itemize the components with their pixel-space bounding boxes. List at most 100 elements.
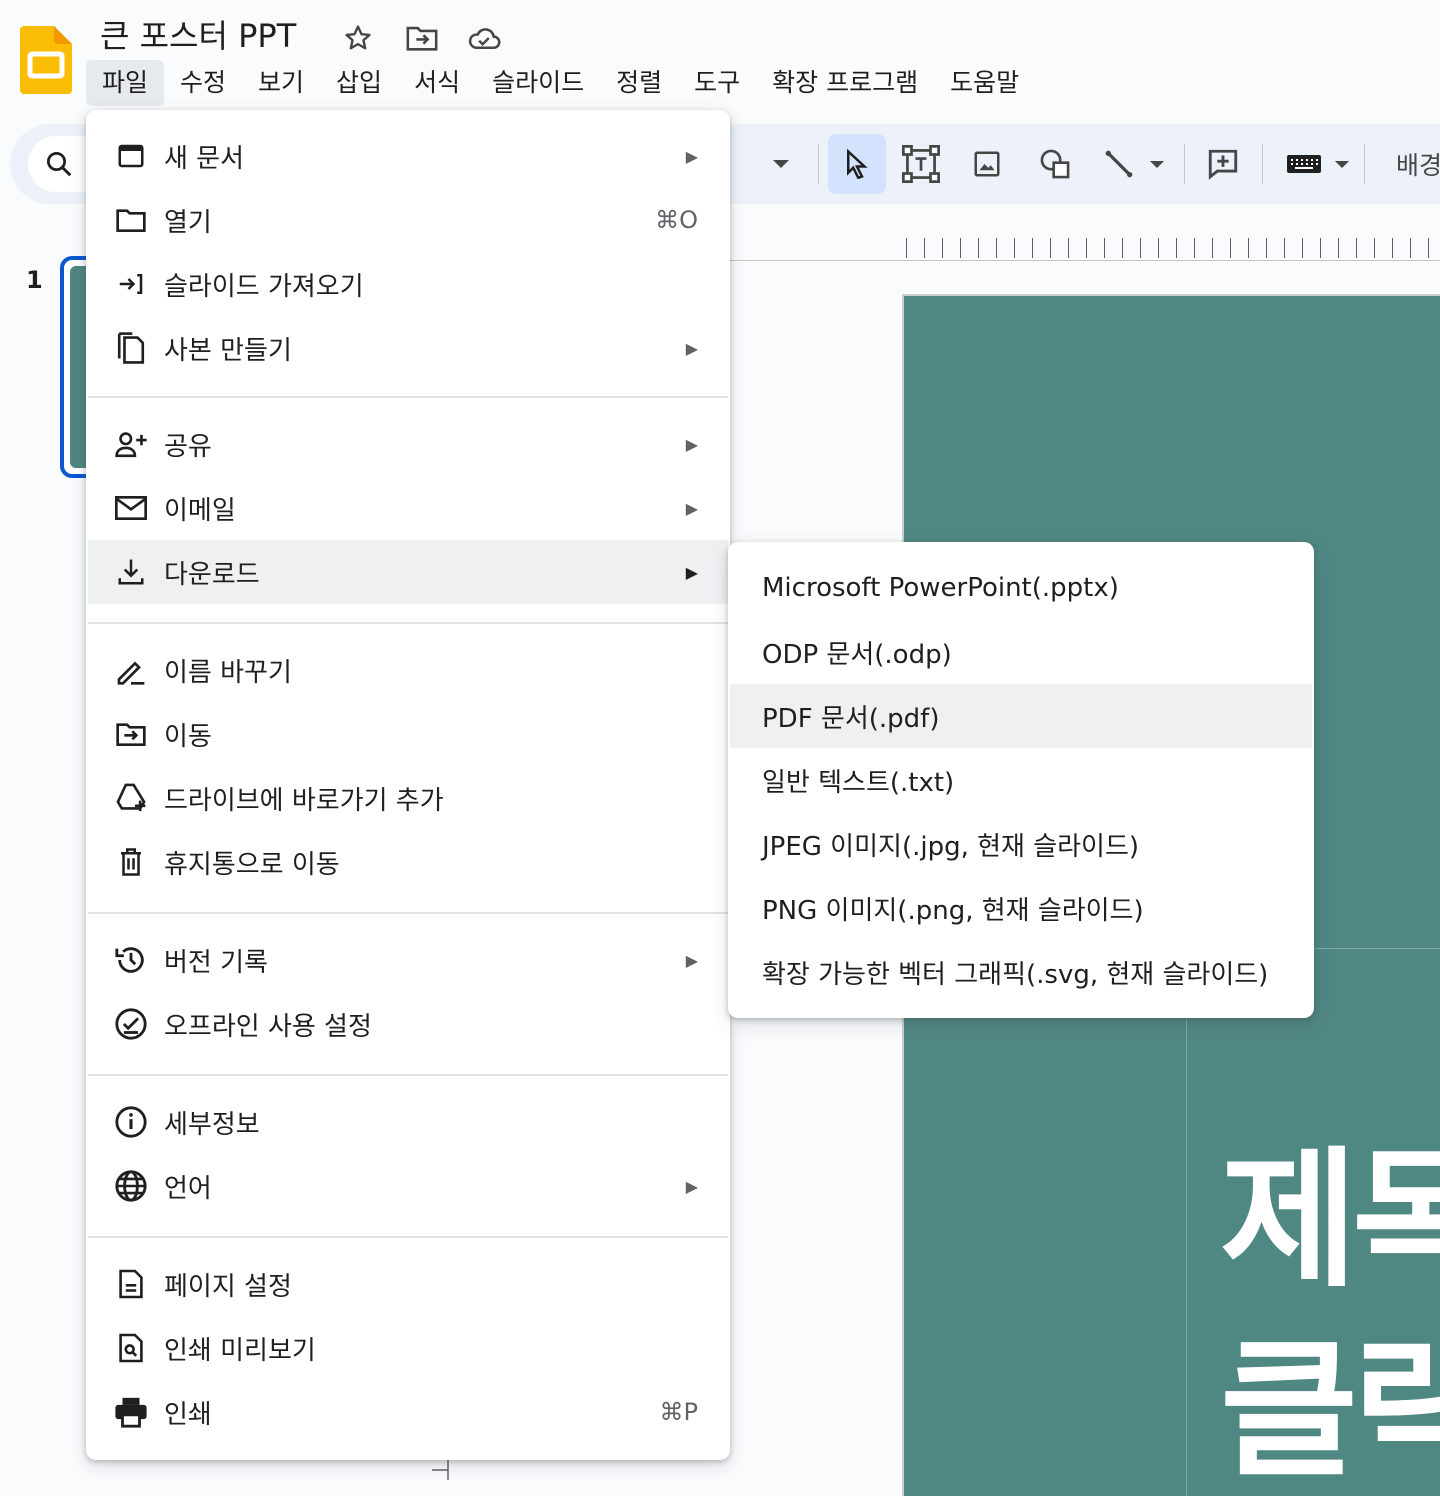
menu-divider <box>88 912 728 914</box>
document-title[interactable]: 큰 포스터 PPT <box>100 14 296 58</box>
menu-item-version-history[interactable]: 버전 기록 ▶ <box>88 928 728 992</box>
file-menu: 새 문서 ▶ 열기 ⌘O 슬라이드 가져오기 사본 만들기 ▶ 공유 ▶ 이메일… <box>86 110 730 1460</box>
menu-arrange[interactable]: 정렬 <box>600 60 678 106</box>
menu-file[interactable]: 파일 <box>86 60 165 106</box>
line-tool-button[interactable] <box>1094 134 1174 194</box>
download-jpg[interactable]: JPEG 이미지(.jpg, 현재 슬라이드) <box>730 812 1312 876</box>
menu-item-email[interactable]: 이메일 ▶ <box>88 476 728 540</box>
image-icon <box>972 149 1002 179</box>
download-odp[interactable]: ODP 문서(.odp) <box>730 620 1312 684</box>
submenu-arrow-icon: ▶ <box>685 562 698 582</box>
menu-item-label: 버전 기록 <box>164 947 268 978</box>
submenu-arrow-icon: ▶ <box>685 950 698 970</box>
submenu-item-label: Microsoft PowerPoint(.pptx) <box>762 573 1119 603</box>
menu-item-print[interactable]: 인쇄 ⌘P <box>88 1380 728 1444</box>
cloud-saved-icon[interactable] <box>466 20 502 56</box>
menu-insert[interactable]: 삽입 <box>320 60 398 106</box>
menu-help[interactable]: 도움말 <box>934 60 1035 106</box>
insert-image-button[interactable] <box>958 134 1016 194</box>
textbox-button[interactable] <box>892 134 950 194</box>
download-pptx[interactable]: Microsoft PowerPoint(.pptx) <box>730 556 1312 620</box>
menu-tools[interactable]: 도구 <box>678 60 756 106</box>
menu-item-move[interactable]: 이동 <box>88 702 728 766</box>
menu-item-page-setup[interactable]: 페이지 설정 <box>88 1252 728 1316</box>
menu-item-open[interactable]: 열기 ⌘O <box>88 188 728 252</box>
menu-item-trash[interactable]: 휴지통으로 이동 <box>88 830 728 894</box>
print-preview-icon <box>112 1329 150 1367</box>
slides-logo-icon[interactable] <box>20 26 72 94</box>
submenu-arrow-icon: ▶ <box>685 338 698 358</box>
menu-item-make-copy[interactable]: 사본 만들기 ▶ <box>88 316 728 380</box>
menu-item-label: 다운로드 <box>164 559 260 590</box>
menu-edit[interactable]: 수정 <box>164 60 242 106</box>
move-folder-icon[interactable] <box>404 20 440 56</box>
add-comment-button[interactable] <box>1194 134 1252 194</box>
menu-item-download[interactable]: 다운로드 ▶ <box>88 540 728 604</box>
star-icon[interactable] <box>340 20 376 56</box>
slide-title-text[interactable]: 제목 클릭 <box>1220 1126 1440 1496</box>
menu-item-label: 이동 <box>164 721 212 752</box>
menu-item-add-shortcut[interactable]: 드라이브에 바로가기 추가 <box>88 766 728 830</box>
menu-item-share[interactable]: 공유 ▶ <box>88 412 728 476</box>
folder-icon <box>112 201 150 239</box>
toolbar-divider <box>1262 144 1263 184</box>
menu-slide[interactable]: 슬라이드 <box>476 60 600 106</box>
submenu-arrow-icon: ▶ <box>685 1176 698 1196</box>
menu-item-label: 휴지통으로 이동 <box>164 849 340 880</box>
download-png[interactable]: PNG 이미지(.png, 현재 슬라이드) <box>730 876 1312 940</box>
globe-icon <box>112 1167 150 1205</box>
download-svg[interactable]: 확장 가능한 벡터 그래픽(.svg, 현재 슬라이드) <box>730 940 1312 1004</box>
input-tools-button[interactable] <box>1276 134 1360 194</box>
textbox-icon <box>902 145 940 183</box>
select-tool-button[interactable] <box>828 134 886 194</box>
chevron-down-icon <box>772 159 790 169</box>
menu-divider <box>88 1074 728 1076</box>
menu-item-import-slides[interactable]: 슬라이드 가져오기 <box>88 252 728 316</box>
menu-item-language[interactable]: 언어 ▶ <box>88 1154 728 1218</box>
shape-button[interactable] <box>1026 134 1084 194</box>
background-button[interactable]: 배경 <box>1396 146 1440 182</box>
drive-shortcut-icon <box>112 779 150 817</box>
chevron-down-icon <box>1334 160 1350 169</box>
slide-guide-line <box>1314 948 1440 949</box>
slide-number: 1 <box>26 266 43 294</box>
rename-icon <box>112 651 150 689</box>
menu-item-rename[interactable]: 이름 바꾸기 <box>88 638 728 702</box>
menu-item-label: 열기 <box>164 207 212 238</box>
submenu-item-label: ODP 문서(.odp) <box>762 639 952 670</box>
menu-item-label: 사본 만들기 <box>164 335 292 366</box>
menu-item-print-preview[interactable]: 인쇄 미리보기 <box>88 1316 728 1380</box>
shapes-icon <box>1038 147 1072 181</box>
toolbar-divider <box>1364 144 1365 184</box>
download-pdf[interactable]: PDF 문서(.pdf) <box>730 684 1312 748</box>
zoom-dropdown-button[interactable] <box>756 134 806 194</box>
menu-item-label: 새 문서 <box>164 143 245 174</box>
download-icon <box>112 553 150 591</box>
offline-icon <box>112 1005 150 1043</box>
search-menus-button[interactable] <box>28 136 90 192</box>
menu-item-offline[interactable]: 오프라인 사용 설정 <box>88 992 728 1056</box>
download-submenu: Microsoft PowerPoint(.pptx) ODP 문서(.odp)… <box>728 542 1314 1018</box>
slide-guide-line <box>1186 1018 1187 1496</box>
add-comment-icon <box>1206 147 1240 181</box>
toolbar-divider <box>1184 144 1185 184</box>
shortcut-label: ⌘O <box>655 206 698 234</box>
menu-bar: 파일 수정 보기 삽입 서식 슬라이드 정렬 도구 확장 프로그램 도움말 <box>86 60 1035 106</box>
new-document-icon <box>112 137 150 175</box>
menu-item-details[interactable]: 세부정보 <box>88 1090 728 1154</box>
menu-item-new[interactable]: 새 문서 ▶ <box>88 124 728 188</box>
history-icon <box>112 941 150 979</box>
slide-title-line-2: 클릭 <box>1220 1324 1440 1496</box>
menu-format[interactable]: 서식 <box>398 60 476 106</box>
menu-item-label: 인쇄 <box>164 1399 212 1430</box>
menu-extensions[interactable]: 확장 프로그램 <box>756 60 934 106</box>
slide-title-line-1: 제목 <box>1220 1134 1440 1308</box>
submenu-arrow-icon: ▶ <box>685 146 698 166</box>
info-icon <box>112 1103 150 1141</box>
line-icon <box>1103 148 1135 180</box>
copy-icon <box>112 329 150 367</box>
download-txt[interactable]: 일반 텍스트(.txt) <box>730 748 1312 812</box>
menu-view[interactable]: 보기 <box>242 60 320 106</box>
submenu-item-label: PNG 이미지(.png, 현재 슬라이드) <box>762 895 1144 926</box>
menu-item-label: 페이지 설정 <box>164 1271 292 1302</box>
